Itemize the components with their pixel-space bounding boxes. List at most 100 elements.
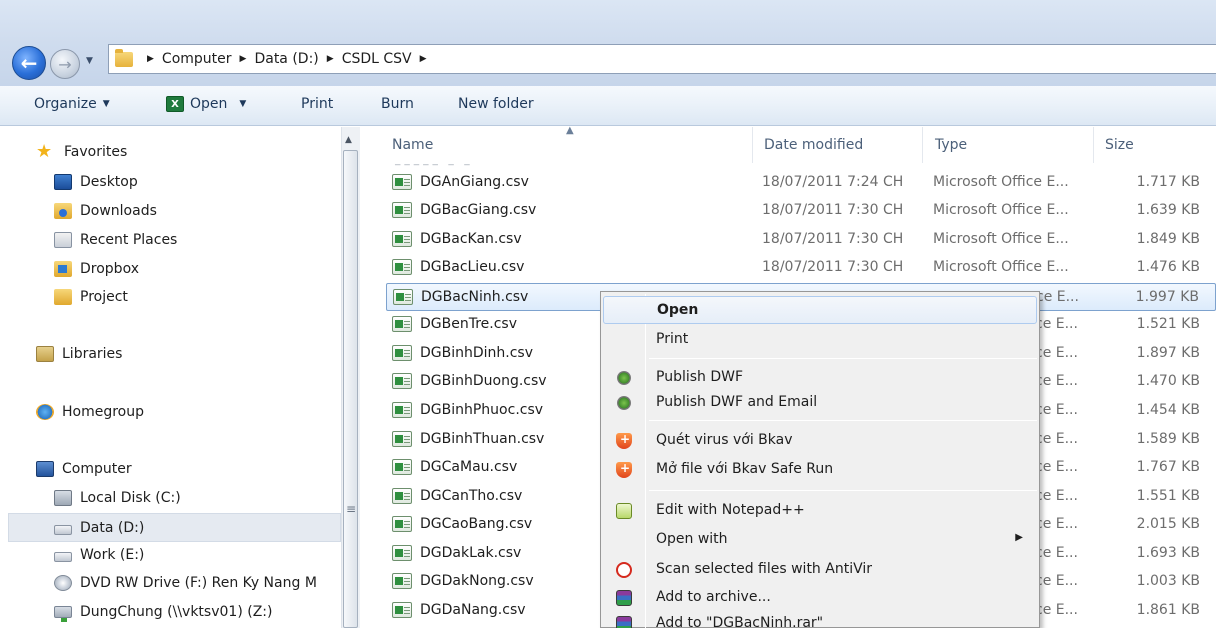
- column-date-modified[interactable]: Date modified: [764, 137, 863, 153]
- ctx-add-rar[interactable]: Add to "DGBacNinh.rar": [603, 610, 1037, 628]
- column-size[interactable]: Size: [1105, 137, 1134, 153]
- submenu-arrow-icon: ▶: [1015, 532, 1023, 543]
- back-button[interactable]: ←: [12, 46, 46, 80]
- file-size: 1.639 KB: [1136, 202, 1200, 218]
- table-row[interactable]: DGAnGiang.csv 18/07/2011 7:24 CH Microso…: [386, 169, 1216, 197]
- file-name-cell: DGCanTho.csv: [392, 488, 522, 504]
- file-date: 18/07/2011 7:24 CH: [762, 174, 904, 190]
- file-name: DGCaMau.csv: [420, 459, 518, 475]
- history-dropdown-icon[interactable]: ▼: [86, 56, 93, 66]
- csv-file-icon: [392, 602, 412, 618]
- table-row[interactable]: DGBacKan.csv 18/07/2011 7:30 CH Microsof…: [386, 226, 1216, 254]
- ctx-publish-dwf-email[interactable]: Publish DWF and Email: [603, 389, 1037, 417]
- column-divider[interactable]: [1093, 127, 1094, 163]
- file-type: ce E...: [1036, 289, 1079, 305]
- ctx-bkav-scan-label: Quét virus với Bkav: [656, 432, 793, 448]
- drive-icon: [54, 552, 72, 562]
- file-size: 1.589 KB: [1136, 431, 1200, 447]
- forward-button[interactable]: →: [50, 49, 80, 79]
- nav-computer[interactable]: Computer: [36, 461, 132, 477]
- file-type: Microsoft Office E...: [933, 202, 1069, 218]
- column-name[interactable]: Name: [392, 137, 433, 153]
- scrollbar-grip-icon: ≡: [346, 502, 357, 516]
- nav-project[interactable]: Project: [54, 289, 128, 305]
- file-date: 18/07/2011 7:30 CH: [762, 202, 904, 218]
- column-divider[interactable]: [752, 127, 753, 163]
- ctx-add-archive[interactable]: Add to archive...: [603, 584, 1037, 612]
- ctx-open-with-label: Open with: [656, 531, 728, 547]
- table-row[interactable]: DGBacGiang.csv 18/07/2011 7:30 CH Micros…: [386, 197, 1216, 225]
- ctx-antivir[interactable]: Scan selected files with AntiVir: [603, 556, 1037, 584]
- nav-dungchung-z[interactable]: DungChung (\\vktsv01) (Z:): [54, 604, 273, 622]
- winrar-icon: [616, 616, 632, 628]
- nav-dvd-f[interactable]: DVD RW Drive (F:) Ren Ky Nang M: [54, 575, 340, 591]
- ctx-open-with[interactable]: Open with ▶: [603, 526, 1037, 554]
- chevron-right-icon[interactable]: ▶: [327, 54, 334, 64]
- organize-button[interactable]: Organize ▼: [34, 96, 110, 112]
- excel-icon: X: [166, 96, 184, 112]
- nav-scrollbar-thumb[interactable]: [343, 150, 358, 628]
- nav-favorites[interactable]: ★ Favorites: [36, 143, 127, 161]
- print-label: Print: [301, 96, 334, 112]
- nav-work-e[interactable]: Work (E:): [54, 547, 144, 563]
- csv-file-icon: [392, 345, 412, 361]
- ctx-publish-dwf[interactable]: Publish DWF: [603, 364, 1037, 392]
- nav-dungchung-label: DungChung (\\vktsv01) (Z:): [80, 604, 273, 620]
- sort-ascending-icon: ▲: [566, 125, 574, 136]
- breadcrumb-computer[interactable]: Computer: [162, 51, 232, 67]
- dropbox-icon: [54, 261, 72, 277]
- chevron-right-icon[interactable]: ▶: [420, 54, 427, 64]
- file-date: 18/07/2011 7:30 CH: [762, 259, 904, 275]
- open-button[interactable]: X Open ▼: [166, 96, 246, 112]
- chevron-down-icon: ▼: [239, 99, 247, 109]
- file-name-cell: DGBinhPhuoc.csv: [392, 402, 543, 418]
- nav-downloads-label: Downloads: [80, 203, 157, 219]
- new-folder-button[interactable]: New folder: [458, 96, 534, 112]
- file-type: ce E...: [1035, 402, 1078, 418]
- menu-separator: [649, 420, 1037, 421]
- csv-file-icon: [392, 402, 412, 418]
- nav-recent-places[interactable]: Recent Places: [54, 232, 177, 248]
- ctx-open[interactable]: Open: [603, 296, 1037, 324]
- nav-homegroup-label: Homegroup: [62, 404, 145, 420]
- file-type: ce E...: [1035, 516, 1078, 532]
- publish-dwf-icon: [617, 371, 631, 385]
- nav-desktop[interactable]: Desktop: [54, 174, 138, 190]
- nav-local-disk-c[interactable]: Local Disk (C:): [54, 490, 181, 506]
- breadcrumb-data-drive[interactable]: Data (D:): [254, 51, 318, 67]
- file-name: DGBacLieu.csv: [420, 259, 525, 275]
- file-type: ce E...: [1035, 488, 1078, 504]
- nav-dropbox[interactable]: Dropbox: [54, 261, 139, 277]
- ctx-bkav-scan[interactable]: Quét virus với Bkav: [603, 427, 1037, 455]
- csv-file-icon: [392, 459, 412, 475]
- file-name-cell: DGBacLieu.csv: [392, 259, 524, 275]
- column-type[interactable]: Type: [935, 137, 967, 153]
- new-folder-label: New folder: [458, 96, 534, 112]
- chevron-right-icon[interactable]: ▶: [240, 54, 247, 64]
- nav-libraries[interactable]: Libraries: [36, 346, 122, 362]
- table-row[interactable]: DGBacLieu.csv 18/07/2011 7:30 CH Microso…: [386, 254, 1216, 282]
- file-name: DGDakNong.csv: [420, 573, 534, 589]
- ctx-notepadpp[interactable]: Edit with Notepad++: [603, 497, 1037, 525]
- print-button[interactable]: Print: [301, 96, 333, 112]
- context-menu: Open Print Publish DWF Publish DWF and E…: [600, 291, 1040, 628]
- publish-dwf-email-icon: [617, 396, 631, 410]
- nav-dropbox-label: Dropbox: [80, 261, 139, 277]
- file-size: 1.717 KB: [1136, 174, 1200, 190]
- breadcrumb[interactable]: ▶ Computer ▶ Data (D:) ▶ CSDL CSV ▶: [108, 44, 1216, 74]
- file-date: 18/07/2011 7:30 CH: [762, 231, 904, 247]
- column-header-row: Name Date modified Type Size: [362, 127, 1216, 163]
- nav-work-label: Work (E:): [80, 547, 145, 563]
- nav-downloads[interactable]: Downloads: [54, 203, 157, 219]
- nav-data-d[interactable]: Data (D:): [8, 513, 341, 542]
- nav-homegroup[interactable]: Homegroup: [36, 404, 144, 420]
- file-size: 1.551 KB: [1136, 488, 1200, 504]
- breadcrumb-csdl-csv[interactable]: CSDL CSV: [342, 51, 412, 67]
- file-name: DGDakLak.csv: [420, 545, 522, 561]
- column-divider[interactable]: [922, 127, 923, 163]
- ctx-print[interactable]: Print: [603, 326, 1037, 354]
- burn-button[interactable]: Burn: [381, 96, 414, 112]
- scroll-up-icon[interactable]: ▲: [345, 135, 352, 145]
- chevron-right-icon[interactable]: ▶: [147, 54, 154, 64]
- ctx-bkav-safe-run[interactable]: Mở file với Bkav Safe Run: [603, 456, 1037, 484]
